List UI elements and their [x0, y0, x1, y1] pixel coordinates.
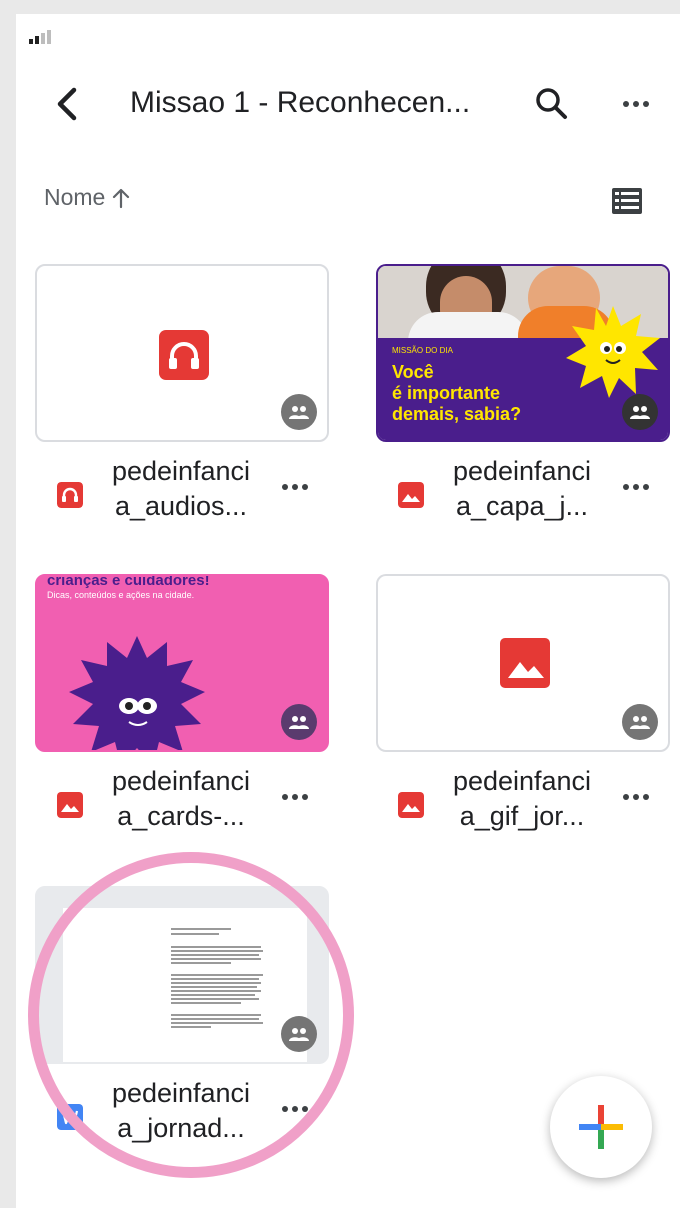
file-thumbnail-capa[interactable]: MISSÃO DO DIA Você é importante demais, sa… [376, 264, 670, 442]
top-app-bar: Missao 1 - Reconhecen... [16, 74, 680, 134]
purple-monster-icon [69, 636, 205, 750]
folder-title: Missao 1 - Reconhecen... [130, 86, 471, 119]
shared-icon [622, 704, 658, 740]
file-thumbnail-document[interactable] [35, 886, 329, 1064]
image-icon [500, 638, 550, 688]
new-file-fab-button[interactable] [550, 1076, 652, 1178]
file-more-options-icon[interactable] [275, 472, 315, 502]
shared-icon [281, 394, 317, 430]
file-name-row: pedeinfanci a_audios... [35, 454, 329, 534]
list-view-icon[interactable] [610, 186, 644, 216]
file-more-options-icon[interactable] [275, 782, 315, 812]
drive-screen: Missao 1 - Reconhecen... Nome pedeinfanc… [16, 14, 680, 1208]
file-thumbnail-cards[interactable]: crianças e cuidadores! Dicas, conteúdos … [35, 574, 329, 752]
file-name-row: pedeinfanci a_capa_j... [376, 454, 670, 534]
file-name-row: pedeinfanci a_cards-... [35, 764, 329, 844]
file-name[interactable]: pedeinfanci a_audios... [93, 454, 269, 524]
document-page-preview [63, 908, 307, 1062]
image-icon [57, 792, 83, 818]
file-more-options-icon[interactable] [616, 782, 656, 812]
more-options-icon[interactable] [616, 88, 656, 120]
file-name-row: pedeinfanci a_gif_jor... [376, 764, 670, 844]
file-more-options-icon[interactable] [616, 472, 656, 502]
headphones-icon [159, 330, 209, 380]
file-thumbnail-gif[interactable] [376, 574, 670, 752]
shared-icon [281, 1016, 317, 1052]
thumbnail-banner: MISSÃO DO DIA Você é importante demais, sa… [378, 306, 668, 440]
file-thumbnail-audio[interactable] [35, 264, 329, 442]
file-more-options-icon[interactable] [275, 1094, 315, 1124]
file-name-row: pedeinfanci a_jornad... [35, 1076, 329, 1156]
image-icon [398, 792, 424, 818]
sort-by-name-control[interactable]: Nome [44, 184, 131, 211]
headphones-icon [57, 482, 83, 508]
image-icon [398, 482, 424, 508]
sort-label: Nome [44, 184, 106, 210]
shared-icon [281, 704, 317, 740]
search-icon[interactable] [532, 84, 572, 124]
file-name[interactable]: pedeinfanci a_cards-... [93, 764, 269, 834]
word-doc-icon [57, 1104, 83, 1130]
signal-strength-icon [29, 30, 51, 44]
file-name[interactable]: pedeinfanci a_capa_j... [434, 454, 610, 524]
file-name[interactable]: pedeinfanci a_gif_jor... [434, 764, 610, 834]
file-name[interactable]: pedeinfanci a_jornad... [93, 1076, 269, 1146]
sun-character-icon [566, 306, 660, 398]
shared-icon [622, 394, 658, 430]
back-arrow-icon[interactable] [50, 82, 86, 126]
plus-icon [579, 1105, 623, 1149]
arrow-up-icon [113, 188, 130, 208]
